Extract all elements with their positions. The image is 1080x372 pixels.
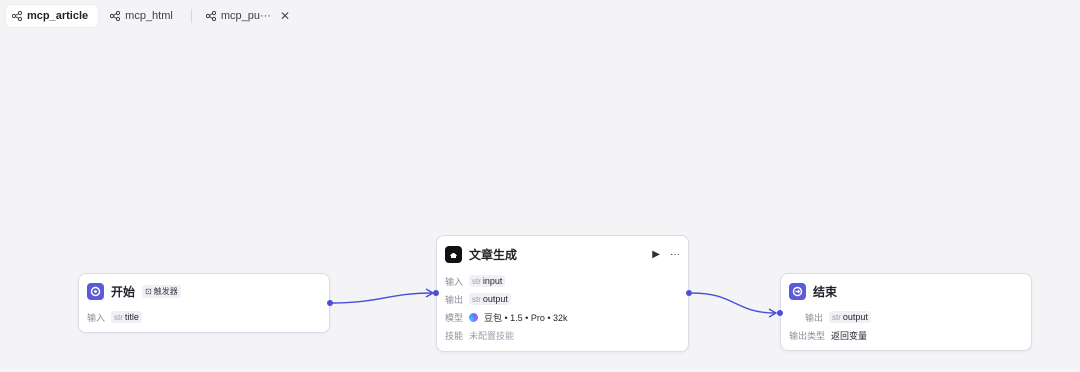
more-icon[interactable]: ··· <box>670 249 680 260</box>
input-label: 输入 <box>87 312 106 323</box>
close-icon[interactable]: ✕ <box>280 10 290 22</box>
workflow-icon <box>110 11 121 21</box>
variable-pill: str output <box>469 293 511 305</box>
input-row: 输入 str input <box>437 272 688 290</box>
node-title: 文章生成 <box>469 247 518 262</box>
output-row: 输出 str output <box>437 290 688 308</box>
article-output-port[interactable] <box>686 290 692 296</box>
input-label: 输入 <box>445 276 464 287</box>
model-logo-icon <box>469 312 479 322</box>
model-label: 模型 <box>445 312 464 323</box>
tab-mcp-pu[interactable]: mcp_pu··· ✕ <box>200 5 300 27</box>
variable-name: output <box>482 294 508 304</box>
trigger-badge: ⊡ 触发器 <box>142 284 181 298</box>
node-title: 结束 <box>813 284 838 299</box>
node-title: 开始 <box>111 284 136 299</box>
tab-mcp-html[interactable]: mcp_html <box>104 5 183 27</box>
variable-type: str <box>114 312 123 322</box>
skill-label: 技能 <box>445 330 464 341</box>
variable-name: title <box>124 312 139 322</box>
start-node[interactable]: 开始 ⊡ 触发器 输入 str title <box>78 273 330 333</box>
tab-label: mcp_pu··· <box>220 10 271 22</box>
article-input-port[interactable] <box>433 290 439 296</box>
workflow-icon <box>12 11 22 21</box>
output-type-label: 输出类型 <box>789 330 826 341</box>
edge-article-to-end <box>691 292 776 314</box>
variable-pill: str title <box>111 311 142 323</box>
edge-arrow <box>425 288 435 298</box>
output-type-row: 输出类型 返回变量 <box>781 326 1031 344</box>
output-label: 输出 <box>445 294 464 305</box>
badge-label: 触发器 <box>153 286 178 296</box>
node-actions: ▶ ··· <box>652 249 680 260</box>
tab-label: mcp_html <box>125 10 173 22</box>
tab-label: mcp_article <box>27 10 89 22</box>
variable-name: input <box>482 276 503 286</box>
skill-row: 技能 未配置技能 <box>437 326 688 344</box>
workflow-icon <box>205 11 216 21</box>
tab-mcp-article[interactable]: mcp_article <box>6 5 99 27</box>
model-value: 豆包 • 1.5 • Pro • 32k <box>484 312 568 323</box>
end-node[interactable]: 结束 输出 str output 输出类型 返回变量 <box>780 273 1032 351</box>
trigger-icon: ⊡ <box>145 286 152 296</box>
output-type-value: 返回变量 <box>831 330 868 341</box>
output-label: 输出 <box>805 312 824 323</box>
input-row: 输入 str title <box>79 308 329 326</box>
article-generation-node[interactable]: 文章生成 ▶ ··· 输入 str input 输出 str output 模型… <box>436 235 689 352</box>
variable-name: output <box>842 312 868 322</box>
variable-pill: str output <box>829 311 871 323</box>
llm-icon <box>445 245 462 263</box>
start-icon <box>87 282 104 300</box>
model-row: 模型 豆包 • 1.5 • Pro • 32k <box>437 308 688 326</box>
output-row: 输出 str output <box>781 308 1031 326</box>
start-output-port[interactable] <box>327 300 333 306</box>
tab-divider <box>190 9 192 23</box>
variable-type: str <box>472 276 481 286</box>
skill-value: 未配置技能 <box>469 330 515 341</box>
run-icon[interactable]: ▶ <box>652 249 660 260</box>
variable-type: str <box>472 294 481 304</box>
end-icon <box>789 282 806 300</box>
edge-start-to-article <box>330 292 433 304</box>
edge-arrow <box>768 308 778 318</box>
tab-bar: mcp_article mcp_html mcp_pu··· ✕ <box>0 0 1080 32</box>
variable-pill: str input <box>469 275 506 287</box>
variable-type: str <box>832 312 841 322</box>
end-input-port[interactable] <box>777 310 783 316</box>
